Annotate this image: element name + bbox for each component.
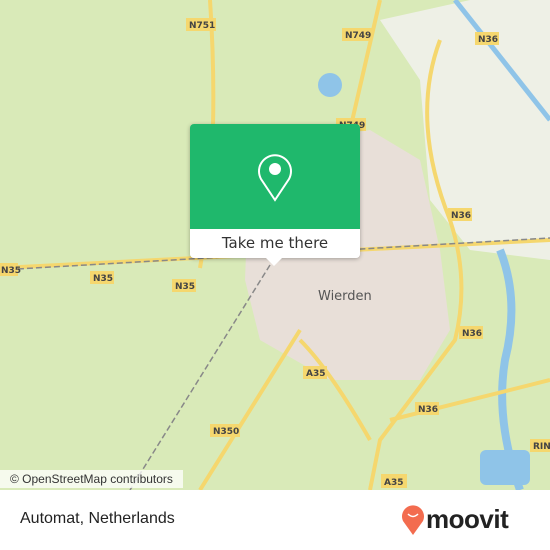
road-label: RIN — [533, 442, 550, 452]
moovit-logo[interactable]: moovit — [400, 502, 509, 536]
popup-header — [190, 124, 360, 229]
road-label: N35 — [93, 274, 113, 284]
road-label: N749 — [345, 31, 371, 41]
road-label: A35 — [306, 369, 326, 379]
road-label: N36 — [418, 405, 438, 415]
take-me-there-button[interactable]: Take me there — [190, 229, 360, 258]
place-name: Automat, Netherlands — [20, 510, 175, 527]
popup-arrow — [266, 258, 282, 266]
moovit-pin-icon — [402, 505, 424, 535]
road-label: N751 — [189, 21, 215, 31]
road-label: N36 — [462, 329, 482, 339]
lake — [480, 450, 530, 485]
town-label: Wierden — [318, 289, 372, 304]
road-label: N350 — [213, 427, 239, 437]
map-attribution[interactable]: © OpenStreetMap contributors — [0, 470, 183, 488]
road-label: N35 — [175, 282, 195, 292]
location-popup: Take me there — [190, 124, 360, 258]
road-label: N35 — [1, 266, 21, 276]
road-label: N36 — [478, 35, 498, 45]
map-pin-icon — [258, 153, 292, 202]
road-label: A35 — [384, 478, 404, 488]
pond — [318, 73, 342, 97]
road-label: N36 — [451, 211, 471, 221]
moovit-logo-text: moovit — [426, 503, 509, 534]
